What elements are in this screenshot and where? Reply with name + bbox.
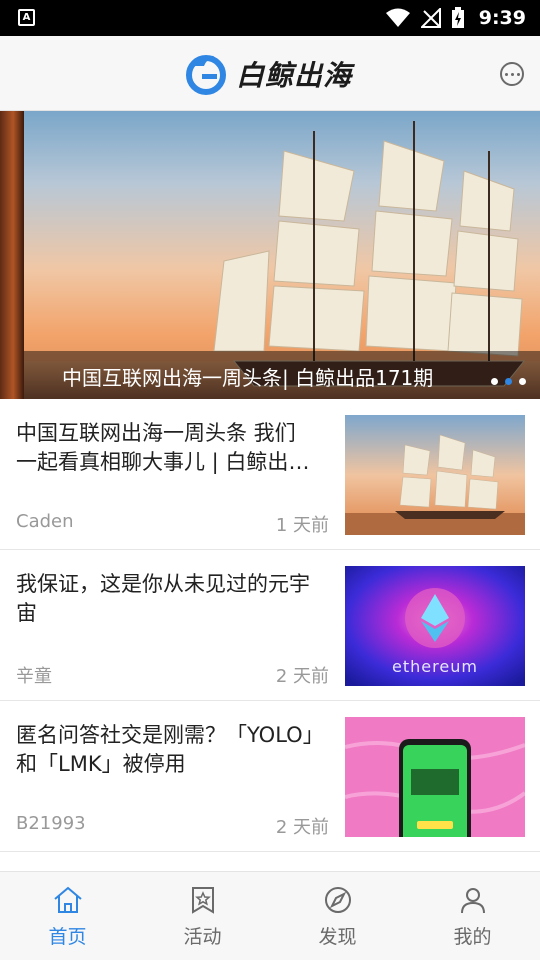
news-time: 2 天前	[275, 817, 329, 838]
app-name: 白鲸出海	[236, 59, 353, 92]
battery-charging-icon	[451, 7, 464, 28]
news-thumbnail-ship	[345, 415, 525, 535]
tab-activities[interactable]: 活动	[135, 872, 270, 960]
star-bookmark-icon	[191, 887, 214, 914]
news-item[interactable]: 我保证，这是你从未见过的元宇宙 辛童 2 天前 ethereum	[0, 550, 540, 701]
person-icon	[460, 888, 485, 914]
dot-icon	[510, 72, 514, 76]
brand: 白鲸出海	[184, 52, 352, 96]
tab-label: 我的	[453, 926, 492, 948]
news-list: 中国互联网出海一周头条 我们一起看真相聊大事儿 | 白鲸出品171期 Caden…	[0, 399, 540, 852]
text-accessibility-icon: A	[18, 9, 35, 26]
banner-caption-bar: 中国互联网出海一周头条| 白鲸出品171期	[24, 351, 540, 399]
news-item[interactable]: 匿名问答社交是刚需？「YOLO」和「LMK」被停用 B21993 2 天前	[0, 701, 540, 852]
banner-carousel[interactable]: 中国互联网出海一周头条| 白鲸出品171期	[0, 111, 540, 399]
carousel-dot-active	[505, 378, 512, 385]
tab-label: 首页	[48, 926, 87, 948]
app-header: 白鲸出海	[0, 36, 540, 111]
news-time: 2 天前	[275, 666, 329, 687]
whale-logo-icon	[186, 55, 226, 95]
compass-icon	[324, 887, 351, 913]
carousel-indicator	[491, 378, 526, 385]
signal-off-icon	[420, 8, 441, 28]
dot-icon	[504, 72, 508, 76]
ethereum-label: ethereum	[392, 657, 478, 676]
tab-profile[interactable]: 我的	[405, 872, 540, 960]
news-author: B21993	[16, 813, 86, 834]
news-title: 中国互联网出海一周头条 我们一起看真相聊大事儿 | 白鲸出品171期	[16, 421, 310, 474]
dot-icon	[516, 72, 520, 76]
news-author: Caden	[16, 511, 74, 532]
wifi-icon	[385, 8, 410, 27]
news-thumbnail-ethereum: ethereum	[345, 566, 525, 686]
status-icons: 9:39	[385, 0, 526, 36]
bottom-tab-bar: 首页 活动 发现 我的	[0, 871, 540, 960]
tab-label: 发现	[318, 926, 357, 948]
news-title: 我保证，这是你从未见过的元宇宙	[16, 572, 310, 625]
banner-caption: 中国互联网出海一周头条| 白鲸出品171期	[62, 366, 434, 390]
status-bar: A 9:39	[0, 0, 540, 36]
news-item[interactable]: 中国互联网出海一周头条 我们一起看真相聊大事儿 | 白鲸出品171期 Caden…	[0, 399, 540, 550]
tab-discover[interactable]: 发现	[270, 872, 405, 960]
tab-label: 活动	[183, 926, 222, 948]
previous-slide-peek	[0, 111, 24, 399]
carousel-dot	[519, 378, 526, 385]
more-options-button[interactable]	[500, 62, 524, 86]
home-icon	[53, 886, 82, 913]
news-time: 1 天前	[275, 515, 329, 536]
news-author: 辛童	[16, 666, 52, 687]
news-title: 匿名问答社交是刚需？「YOLO」和「LMK」被停用	[16, 723, 314, 776]
tab-home[interactable]: 首页	[0, 872, 135, 960]
clock: 9:39	[478, 7, 526, 29]
news-thumbnail-phone	[345, 717, 525, 837]
carousel-dot	[491, 378, 498, 385]
